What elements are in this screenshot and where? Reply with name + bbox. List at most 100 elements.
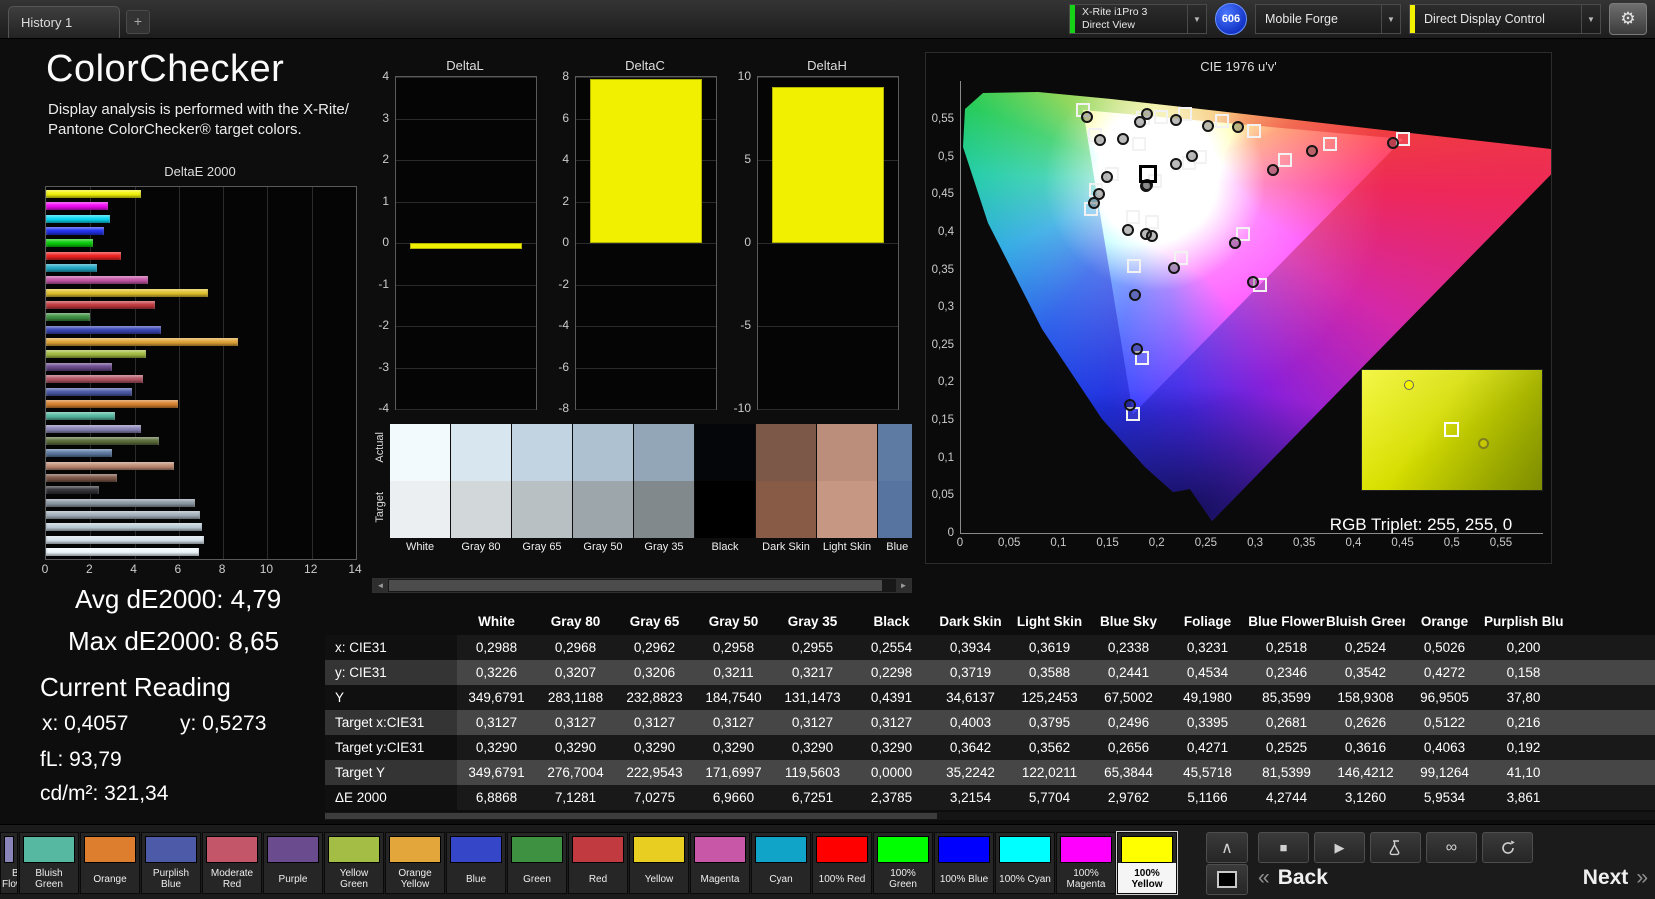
deltae-axis-tick-label: 12 <box>304 562 318 576</box>
single-measure-button[interactable] <box>1370 832 1421 863</box>
patch-button-100-yellow[interactable]: 100% Yellow <box>1116 831 1178 895</box>
patch-button-blue-flower[interactable]: Blue Flower <box>0 832 18 894</box>
target-swatch-gray-35 <box>634 481 694 538</box>
stop-button[interactable]: ■ <box>1258 832 1309 863</box>
cie-x-tick-label: 0,1 <box>1050 537 1067 549</box>
swatch-strip-scrollbar[interactable]: ◄ ► <box>372 578 912 593</box>
display-window-button[interactable] <box>1206 864 1248 895</box>
deltal-gridline <box>396 160 536 161</box>
patch-swatch-orange-yellow <box>389 836 441 863</box>
deltae-bar-row-light-skin <box>46 461 356 470</box>
table-header-purplish-blue: Purplish Blue <box>1484 614 1563 629</box>
workflow-dropdown[interactable]: Mobile Forge ▼ <box>1255 4 1401 34</box>
patch-button-green[interactable]: Green <box>507 832 567 894</box>
meter-dropdown[interactable]: X-Rite i1Pro 3 Direct View ▼ <box>1069 4 1207 34</box>
table-cell: 0,216 <box>1506 715 1541 730</box>
table-cell: 0,4271 <box>1186 740 1229 755</box>
deltae-bar-row-magenta <box>46 276 356 285</box>
patch-label: Red <box>588 873 608 885</box>
patch-button-moderate-red[interactable]: Moderate Red <box>202 832 262 894</box>
table-cell: 0,2958 <box>712 640 755 655</box>
table-cell: 0,2681 <box>1265 715 1308 730</box>
avg-de2000-value: Avg dE2000: 4,79 <box>75 584 282 614</box>
display-control-dropdown[interactable]: Direct Display Control ▼ <box>1409 4 1601 34</box>
patch-button-100-magenta[interactable]: 100% Magenta <box>1056 832 1116 894</box>
history-tab[interactable]: History 1 <box>8 6 120 38</box>
patch-button-orange-yellow[interactable]: Orange Yellow <box>385 832 445 894</box>
next-button[interactable]: Next » <box>1583 866 1648 890</box>
deltac-tick-label: -6 <box>558 359 569 374</box>
patch-button-orange[interactable]: Orange <box>80 832 140 894</box>
patch-swatch-red <box>572 836 624 863</box>
table-scroll-thumb[interactable] <box>325 813 937 819</box>
patch-button-bluish-green[interactable]: Bluish Green <box>19 832 79 894</box>
back-button[interactable]: « Back <box>1258 866 1328 890</box>
refresh-button[interactable] <box>1482 832 1533 863</box>
table-row-e-2000: ΔE 2000 6,8868 7,1281 7,0275 6,9660 6,7251 2,3… <box>325 785 1655 810</box>
patch-button-blue[interactable]: Blue <box>446 832 506 894</box>
table-cell: 158,9308 <box>1337 690 1394 705</box>
patch-label: Purple <box>278 873 308 885</box>
deltah-tick-label: -5 <box>740 318 751 332</box>
table-cell: 125,2453 <box>1021 690 1078 705</box>
patch-button-red[interactable]: Red <box>568 832 628 894</box>
swatch-scroll-track[interactable] <box>388 579 896 592</box>
table-cell: 49,1980 <box>1183 690 1232 705</box>
table-cell: 0,3934 <box>949 640 992 655</box>
actual-swatch-gray-35 <box>634 424 694 481</box>
reading-count-badge[interactable]: 606 <box>1215 3 1247 35</box>
scroll-right-button[interactable]: ► <box>896 579 911 592</box>
patch-button-cyan[interactable]: Cyan <box>751 832 811 894</box>
top-bar-controls: X-Rite i1Pro 3 Direct View ▼ 606 Mobile … <box>1069 3 1647 35</box>
cie-target-marker <box>1125 209 1140 224</box>
new-tab-button[interactable]: + <box>126 10 150 34</box>
scroll-left-arrow-icon: ◄ <box>376 581 385 590</box>
table-cell: 3,861 <box>1506 790 1541 805</box>
patch-button-yellow[interactable]: Yellow <box>629 832 689 894</box>
table-cell: 0,192 <box>1506 740 1541 755</box>
deltah-tick-label: 0 <box>744 235 751 249</box>
cie-selected-marker <box>1138 164 1157 183</box>
table-cell: 0,4272 <box>1423 665 1466 680</box>
settings-button[interactable]: ⚙ <box>1609 3 1647 35</box>
actual-swatch-gray-65 <box>512 424 572 481</box>
patch-button-100-green[interactable]: 100% Green <box>873 832 933 894</box>
deltac-chart-title: DeltaC <box>625 58 665 73</box>
swatch-scroll-thumb[interactable] <box>389 580 882 591</box>
scroll-left-button[interactable]: ◄ <box>373 579 388 592</box>
page-title: ColorChecker <box>46 48 285 90</box>
patch-button-100-red[interactable]: 100% Red <box>812 832 872 894</box>
patch-label: Green <box>523 873 551 885</box>
cie-x-axis-labels: 0 0,05 0,1 0,15 0,2 0,25 0,3 0,35 0,4 0,45 0,5 0,55 <box>957 537 1551 553</box>
table-cell: 0,3290 <box>633 740 676 755</box>
patch-button-magenta[interactable]: Magenta <box>690 832 750 894</box>
table-cell: 3,2154 <box>949 790 992 805</box>
actual-row-label: Actual <box>374 432 386 463</box>
swatch-label: Dark Skin <box>762 541 810 553</box>
patch-swatch-green <box>511 836 563 863</box>
play-button[interactable]: ▶ <box>1314 832 1365 863</box>
collapse-panel-button[interactable]: ∧ <box>1206 832 1248 863</box>
patch-swatch-yellow-green <box>328 836 380 863</box>
patch-button-100-blue[interactable]: 100% Blue <box>934 832 994 894</box>
patch-button-100-cyan[interactable]: 100% Cyan <box>995 832 1055 894</box>
table-cell: 0,3642 <box>949 740 992 755</box>
table-cell: 349,6791 <box>468 690 525 705</box>
table-cell: 0,3290 <box>554 740 597 755</box>
infinity-icon: ∞ <box>1445 838 1458 856</box>
patch-button-purple[interactable]: Purple <box>263 832 323 894</box>
patch-swatch-cyan <box>755 836 807 863</box>
patch-button-purplish-blue[interactable]: Purplish Blue <box>141 832 201 894</box>
table-scrollbar[interactable] <box>325 812 1655 820</box>
target-swatch-dark-skin <box>756 481 816 538</box>
swatch-label: Gray 80 <box>461 541 501 553</box>
swatch-gray-80: Gray 80 <box>451 424 511 558</box>
deltae-bar-row-100-green <box>46 239 356 248</box>
cie-measured-marker <box>1101 171 1114 184</box>
patch-button-yellow-green[interactable]: Yellow Green <box>324 832 384 894</box>
deltac-gridline <box>576 326 716 327</box>
table-cell: 65,3844 <box>1104 765 1153 780</box>
continuous-loop-button[interactable]: ∞ <box>1426 832 1477 863</box>
table-header-foliage: Foliage <box>1183 614 1232 629</box>
actual-swatch-white <box>390 424 450 481</box>
